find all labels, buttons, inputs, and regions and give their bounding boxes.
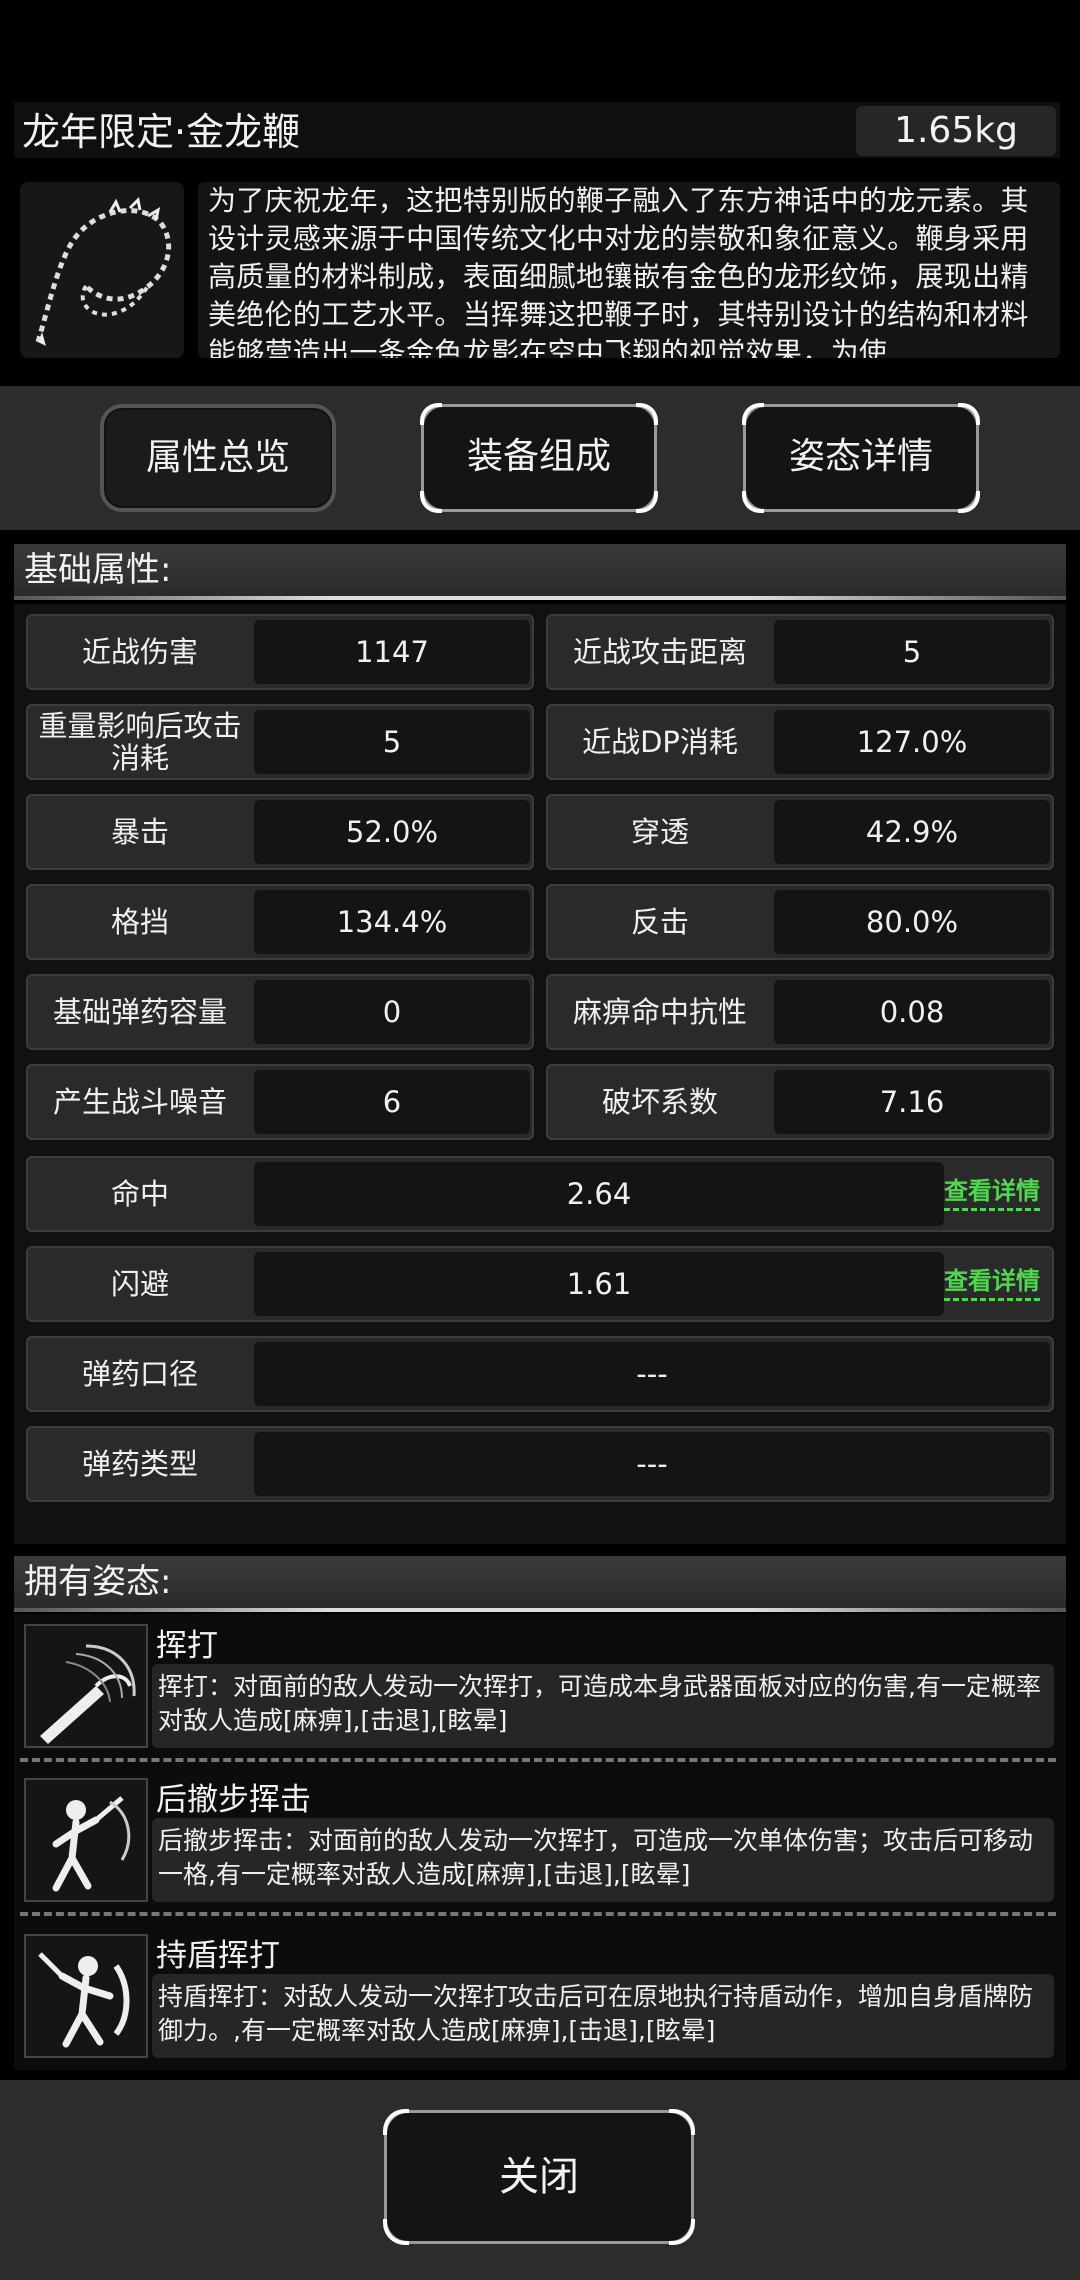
item-weight: 1.65kg: [856, 106, 1056, 156]
stances-header: 拥有姿态:: [14, 1556, 1066, 1608]
attr-value: 7.16: [774, 1070, 1050, 1134]
attr-value: 42.9%: [774, 800, 1050, 864]
stance-divider: [20, 1912, 1056, 1916]
attr-value: 52.0%: [254, 800, 530, 864]
attr-cell: 反击 80.0%: [546, 884, 1054, 960]
attr-label: 命中: [110, 1177, 169, 1211]
attr-label: 反击: [630, 905, 689, 939]
attr-value: 5: [254, 710, 530, 774]
item-title: 龙年限定·金龙鞭: [22, 110, 301, 154]
close-button[interactable]: 关闭: [383, 2109, 695, 2245]
attr-value: 5: [774, 620, 1050, 684]
stance-description: 后撤步挥击：对面前的敌人发动一次挥打，可造成一次单体伤害；攻击后可移动一格,有一…: [152, 1818, 1054, 1902]
attr-cell: 重量影响后攻击消耗 5: [26, 704, 534, 780]
view-details-link[interactable]: 查看详情: [944, 1264, 1040, 1301]
stance-divider: [20, 1758, 1056, 1762]
attr-label: 弹药类型: [81, 1447, 198, 1481]
attr-label: 麻痹命中抗性: [572, 995, 747, 1029]
stance-name: 后撤步挥击: [156, 1782, 311, 1818]
attr-cell: 麻痹命中抗性 0.08: [546, 974, 1054, 1050]
attr-value: 80.0%: [774, 890, 1050, 954]
attr-label: 闪避: [110, 1267, 169, 1301]
attr-value: 0: [254, 980, 530, 1044]
item-description-box[interactable]: 为了庆祝龙年，这把特别版的鞭子融入了东方神话中的龙元素。其设计灵感来源于中国传统…: [198, 182, 1060, 358]
shield-swing-icon: [24, 1934, 148, 2058]
stance-description: 持盾挥打：对敌人发动一次挥打攻击后可在原地执行持盾动作，增加自身盾牌防御力。,有…: [152, 1974, 1054, 2058]
attr-cell-evasion: 闪避 1.61 查看详情: [26, 1246, 1054, 1322]
attr-label: 重量影响后攻击消耗: [38, 709, 242, 775]
stance-description: 挥打：对面前的敌人发动一次挥打，可造成本身武器面板对应的伤害,有一定概率对敌人造…: [152, 1664, 1054, 1748]
attr-label: 暴击: [110, 815, 169, 849]
section-divider: [14, 596, 1066, 600]
tab-stance-details[interactable]: 姿态详情: [742, 403, 980, 513]
stance-name: 挥打: [156, 1628, 218, 1664]
attr-label: 格挡: [110, 905, 169, 939]
tab-equipment-composition[interactable]: 装备组成: [420, 403, 658, 513]
attr-label: 穿透: [630, 815, 689, 849]
close-label: 关闭: [499, 2154, 579, 2200]
attr-cell: 破坏系数 7.16: [546, 1064, 1054, 1140]
attr-cell: 暴击 52.0%: [26, 794, 534, 870]
backstep-swing-icon: [24, 1778, 148, 1902]
attr-cell: 格挡 134.4%: [26, 884, 534, 960]
attr-value: 6: [254, 1070, 530, 1134]
whip-icon: [20, 182, 184, 358]
attr-cell-ammo-type: 弹药类型 ---: [26, 1426, 1054, 1502]
attr-cell: 近战伤害 1147: [26, 614, 534, 690]
attr-cell: 穿透 42.9%: [546, 794, 1054, 870]
attr-label: 破坏系数: [601, 1085, 718, 1119]
attr-cell: 基础弹药容量 0: [26, 974, 534, 1050]
attr-label: 弹药口径: [81, 1357, 198, 1391]
section-divider: [14, 1608, 1066, 1612]
attr-value: 2.64: [254, 1162, 944, 1226]
attr-value: ---: [254, 1432, 1050, 1496]
attr-label: 近战DP消耗: [582, 725, 738, 759]
attr-label: 基础弹药容量: [52, 995, 227, 1029]
attr-label: 产生战斗噪音: [52, 1085, 227, 1119]
attr-cell: 产生战斗噪音 6: [26, 1064, 534, 1140]
attr-label: 近战攻击距离: [572, 635, 747, 669]
view-details-link[interactable]: 查看详情: [944, 1174, 1040, 1211]
attr-cell: 近战DP消耗 127.0%: [546, 704, 1054, 780]
basic-attributes-header: 基础属性:: [14, 544, 1066, 596]
item-description: 为了庆祝龙年，这把特别版的鞭子融入了东方神话中的龙元素。其设计灵感来源于中国传统…: [208, 184, 1029, 358]
attr-label: 近战伤害: [81, 635, 198, 669]
attr-cell: 近战攻击距离 5: [546, 614, 1054, 690]
stance-name: 持盾挥打: [156, 1938, 280, 1974]
attr-cell-ammo-caliber: 弹药口径 ---: [26, 1336, 1054, 1412]
attr-value: 134.4%: [254, 890, 530, 954]
attr-value: 1147: [254, 620, 530, 684]
attr-value: 0.08: [774, 980, 1050, 1044]
attr-cell-hit: 命中 2.64 查看详情: [26, 1156, 1054, 1232]
swing-icon: [24, 1624, 148, 1748]
attr-value: ---: [254, 1342, 1050, 1406]
attr-value: 1.61: [254, 1252, 944, 1316]
tab-attribute-overview[interactable]: 属性总览: [100, 404, 336, 512]
attr-value: 127.0%: [774, 710, 1050, 774]
